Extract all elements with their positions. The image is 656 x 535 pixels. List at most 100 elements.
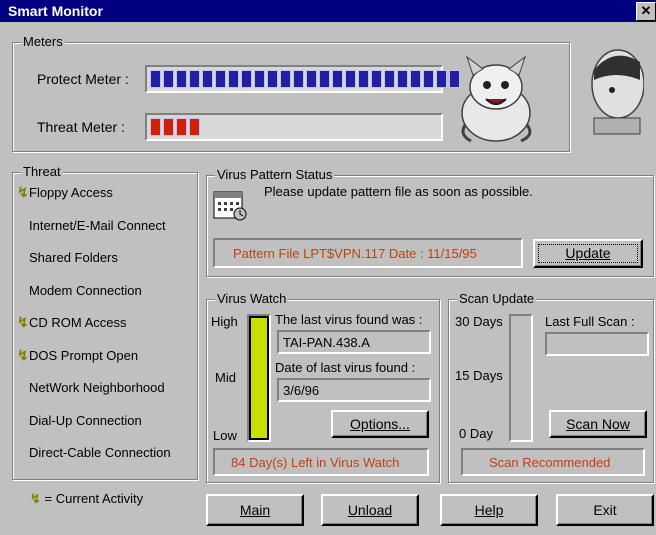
title-bar: Smart Monitor ✕ — [0, 0, 656, 22]
exit-button-label: Exit — [593, 502, 617, 518]
exit-button[interactable]: Exit — [556, 494, 654, 526]
date-found-value: 3/6/96 — [283, 383, 320, 398]
options-button-label: Options... — [350, 416, 410, 432]
meter-segment — [215, 70, 226, 88]
scan-status-text: Scan Recommended — [489, 455, 611, 470]
threat-item: ↯ CD ROM Access — [17, 314, 127, 330]
unload-button-label: Unload — [347, 502, 393, 518]
meter-segment — [163, 70, 174, 88]
protect-meter-fill — [150, 70, 460, 88]
low-label: Low — [213, 428, 237, 443]
date-found-label: Date of last virus found : — [275, 360, 416, 375]
scan-now-button-label: Scan Now — [566, 416, 630, 432]
threat-item-label: NetWork Neighborhood — [29, 380, 165, 395]
meter-segment — [267, 70, 278, 88]
threat-item: NetWork Neighborhood — [29, 380, 165, 395]
virus-watch-status-text: 84 Day(s) Left in Virus Watch — [231, 455, 400, 470]
meter-segment — [319, 70, 330, 88]
meter-segment — [306, 70, 317, 88]
scan-update-group: Scan Update 30 Days 15 Days 0 Day Last F… — [448, 291, 654, 483]
last-found-label: The last virus found was : — [275, 312, 423, 327]
threat-item-label: Modem Connection — [29, 282, 142, 298]
date-found-field: 3/6/96 — [277, 378, 431, 402]
meter-segment — [410, 70, 421, 88]
threat-item: ↯ DOS Prompt Open — [17, 347, 139, 363]
meter-segment — [358, 70, 369, 88]
meter-segment — [280, 70, 291, 88]
threat-item: Dial-Up Connection — [29, 413, 142, 428]
last-full-scan-label: Last Full Scan : — [545, 314, 635, 329]
activity-icon: ↯ — [30, 491, 41, 506]
threat-item-label: DOS Prompt Open — [29, 347, 139, 363]
meter-segment — [332, 70, 343, 88]
meter-segment — [176, 118, 187, 136]
meter-segment — [176, 70, 187, 88]
window-title: Smart Monitor — [8, 3, 103, 19]
protect-meter — [145, 65, 460, 93]
meters-group-label: Meters — [21, 34, 65, 49]
threat-item-label: CD ROM Access — [29, 315, 127, 330]
scan-now-button[interactable]: Scan Now — [549, 410, 647, 438]
scan-status: Scan Recommended — [461, 448, 645, 476]
last-full-scan-field — [545, 332, 649, 356]
unload-button[interactable]: Unload — [321, 494, 419, 526]
meter-segment — [384, 70, 395, 88]
meter-segment — [163, 118, 174, 136]
mascot-partial-image — [591, 49, 644, 135]
meter-segment — [241, 70, 252, 88]
meter-segment — [371, 70, 382, 88]
days-0-label: 0 Day — [459, 426, 493, 441]
mid-label: Mid — [215, 370, 236, 385]
threat-meter-label: Threat Meter : — [37, 119, 125, 135]
options-button[interactable]: Options... — [331, 410, 429, 438]
activity-icon: ↯ — [17, 314, 29, 330]
current-activity-legend: ↯ = Current Activity — [30, 491, 143, 507]
meter-segment — [293, 70, 304, 88]
meter-segment — [397, 70, 408, 88]
threat-item-label: Internet/E-Mail Connect — [29, 217, 166, 233]
pattern-file-info-text: Pattern File LPT$VPN.117 Date : 11/15/95 — [233, 246, 477, 261]
threat-group: Threat ↯ Floppy Access Internet/E-Mail Con… — [12, 164, 198, 480]
threat-item-label: Direct-Cable Connection — [29, 445, 171, 460]
meter-segment — [436, 70, 447, 88]
help-button-label: Help — [474, 502, 504, 518]
virus-watch-bar — [247, 314, 271, 442]
meter-segment — [150, 70, 161, 88]
virus-watch-group: Virus Watch High Mid Low The last virus … — [206, 291, 440, 483]
pattern-status-group: Virus Pattern Status Please update patte… — [206, 167, 654, 277]
meter-segment — [150, 118, 161, 136]
meter-segment — [345, 70, 356, 88]
activity-icon: ↯ — [17, 346, 29, 363]
update-button-label: Update — [565, 245, 611, 261]
last-found-value: TAI-PAN.438.A — [283, 335, 370, 350]
main-button[interactable]: Main — [206, 494, 304, 526]
meter-segment — [189, 70, 200, 88]
pattern-status-group-label: Virus Pattern Status — [215, 167, 335, 182]
scan-update-bar — [509, 314, 533, 442]
meter-segment — [189, 118, 200, 136]
last-found-field: TAI-PAN.438.A — [277, 330, 431, 354]
threat-item: Shared Folders — [29, 250, 118, 265]
scan-update-group-label: Scan Update — [457, 291, 537, 306]
calendar-icon — [213, 191, 247, 221]
days-15-label: 15 Days — [455, 368, 503, 383]
pattern-message: Please update pattern file as soon as po… — [264, 184, 533, 199]
activity-icon: ↯ — [17, 184, 29, 200]
threat-meter — [145, 113, 443, 141]
threat-item: Modem Connection — [29, 283, 142, 298]
help-button[interactable]: Help — [440, 494, 538, 526]
threat-item: Direct-Cable Connection — [29, 445, 171, 460]
virus-watch-status: 84 Day(s) Left in Virus Watch — [213, 448, 429, 476]
pattern-file-info: Pattern File LPT$VPN.117 Date : 11/15/95 — [213, 238, 523, 268]
update-button[interactable]: Update — [533, 239, 643, 268]
days-30-label: 30 Days — [455, 314, 503, 329]
threat-item-label: Floppy Access — [29, 185, 113, 200]
virus-watch-bar-fill — [251, 318, 267, 438]
threat-item: ↯ Floppy Access — [17, 184, 113, 200]
current-activity-label: = Current Activity — [44, 491, 144, 506]
threat-item: Internet/E-Mail Connect — [29, 218, 166, 233]
threat-item-label: Dial-Up Connection — [29, 412, 142, 428]
mascot-cat-image — [461, 55, 532, 143]
close-icon[interactable]: ✕ — [636, 2, 656, 21]
high-label: High — [211, 314, 238, 329]
